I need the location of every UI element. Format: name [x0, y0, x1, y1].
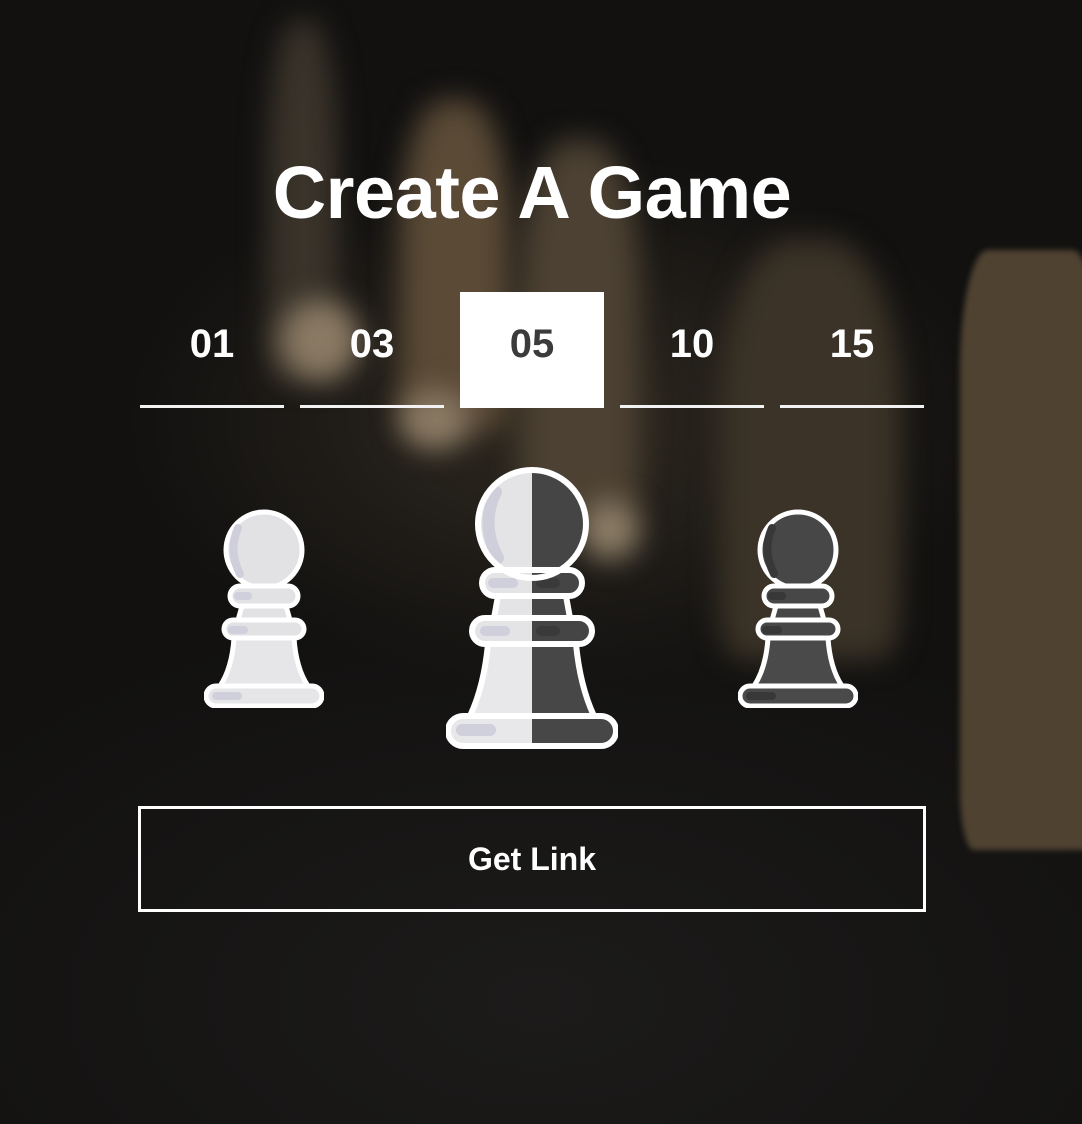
black-pawn-button[interactable]	[737, 508, 859, 709]
time-control-tabs: 01 03 05 10 15	[140, 292, 924, 408]
white-pawn-button[interactable]	[203, 508, 325, 709]
time-option-05[interactable]: 05	[460, 292, 604, 408]
get-link-button[interactable]: Get Link	[138, 806, 926, 912]
black-pawn-icon	[737, 509, 859, 709]
half-white-half-black-pawn-icon	[445, 467, 619, 749]
time-option-10[interactable]: 10	[620, 292, 764, 408]
page-title: Create A Game	[272, 151, 792, 234]
time-option-03[interactable]: 03	[300, 292, 444, 408]
random-color-pawn-button[interactable]	[445, 466, 619, 750]
time-option-01[interactable]: 01	[140, 292, 284, 408]
time-option-15[interactable]: 15	[780, 292, 924, 408]
white-pawn-icon	[203, 509, 325, 709]
